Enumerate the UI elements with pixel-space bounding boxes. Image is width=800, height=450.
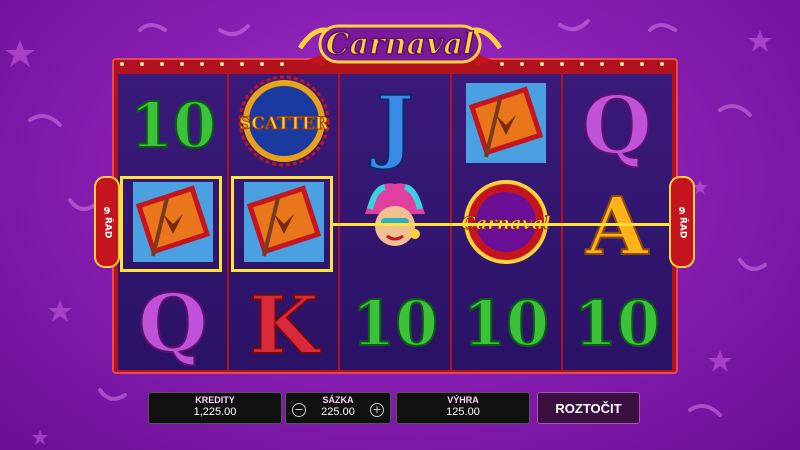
win-value: 125.00 (446, 406, 480, 418)
win-panel: VÝHRA 125.00 (396, 392, 530, 424)
symbol-mask-girl (340, 173, 449, 271)
svg-text:10: 10 (574, 287, 660, 360)
symbol-j: J (340, 74, 449, 172)
svg-text:10: 10 (463, 287, 549, 360)
svg-text:10: 10 (352, 287, 438, 360)
svg-text:Q: Q (138, 276, 208, 369)
symbol-q: Q (118, 272, 227, 370)
payline-tag-left[interactable]: 9 ŘAD (94, 176, 120, 268)
game-title: Carnaval (326, 27, 475, 62)
svg-text:Q: Q (583, 78, 653, 171)
svg-text:K: K (249, 278, 321, 369)
credits-panel: KREDITY 1,225.00 (148, 392, 282, 424)
payline-tag-left-number: 9 (103, 205, 111, 217)
symbol-scatter: SCATTER (229, 74, 338, 172)
credits-value: 1,225.00 (193, 406, 237, 418)
payline-tag-left-word: ŘAD (102, 216, 113, 239)
carnaval-logo: Carnaval (297, 24, 503, 66)
credits-label: KREDITY (195, 395, 235, 405)
symbol-flag (452, 74, 561, 172)
win-highlight-reel-2 (231, 176, 333, 272)
bet-decrease-button[interactable]: − (292, 403, 306, 417)
symbol-10: 10 (118, 74, 227, 172)
symbol-a: A (563, 173, 672, 271)
symbol-carnaval: Carnaval (452, 173, 561, 271)
payline-tag-right-word: ŘAD (677, 216, 688, 239)
win-highlight-reel-1 (120, 176, 222, 272)
svg-text:10: 10 (129, 89, 215, 162)
symbol-10: 10 (340, 272, 449, 370)
reel-4: Carnaval 10 (451, 74, 561, 370)
symbol-10: 10 (452, 272, 561, 370)
symbol-10: 10 (563, 272, 672, 370)
spin-button[interactable]: ROZTOČIT (537, 392, 640, 424)
symbol-q: Q (563, 74, 672, 172)
scatter-text: SCATTER (239, 114, 330, 134)
reel-5: Q A 10 (562, 74, 673, 370)
svg-text:J: J (370, 78, 414, 171)
payline-indicator (330, 223, 670, 226)
payline-tag-right[interactable]: 9 ŘAD (669, 176, 695, 268)
reel-3: J 10 (340, 74, 450, 370)
bet-increase-button[interactable]: + (370, 403, 384, 417)
payline-tag-right-number: 9 (678, 205, 686, 217)
win-label: VÝHRA (447, 395, 479, 405)
symbol-k: K (229, 272, 338, 370)
